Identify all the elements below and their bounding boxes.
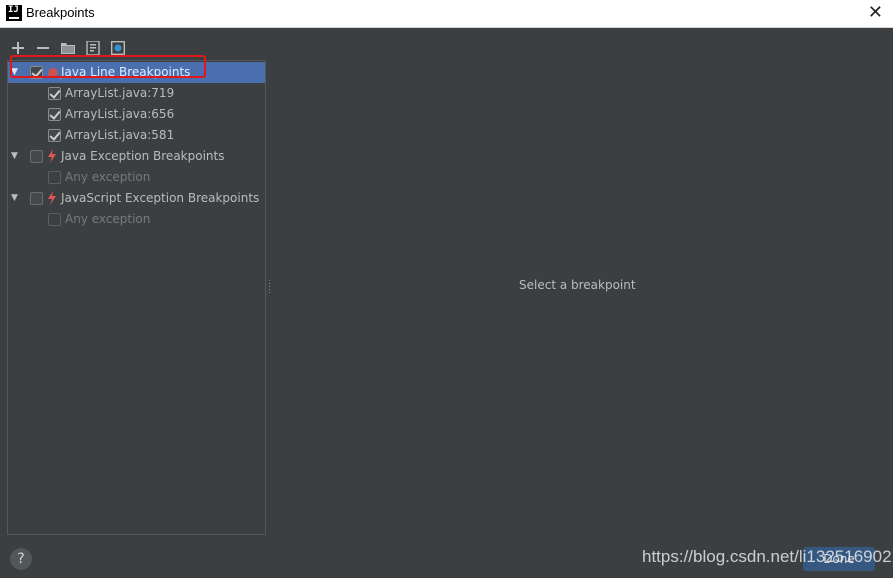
empty-details-message: Select a breakpoint (519, 278, 636, 292)
done-button[interactable]: Done (803, 547, 875, 571)
tree-item[interactable]: ArrayList.java:581 (8, 125, 265, 146)
lightning-icon (48, 191, 56, 205)
tree-group-label: Java Exception Breakpoints (61, 149, 225, 163)
tree-item[interactable]: Any exception (8, 167, 265, 188)
tree-item-label: ArrayList.java:656 (65, 107, 175, 121)
item-checkbox[interactable] (48, 213, 61, 226)
expand-arrow-icon[interactable]: ▼ (11, 146, 23, 167)
item-checkbox[interactable] (48, 171, 61, 184)
intellij-logo-icon: IJ (6, 5, 22, 21)
expand-arrow-icon[interactable]: ▼ (11, 188, 23, 209)
breakpoints-toolbar (10, 38, 126, 58)
tree-item-label: Any exception (65, 170, 151, 184)
item-checkbox[interactable] (48, 129, 61, 142)
tree-group-java-exception-breakpoints[interactable]: ▼ Java Exception Breakpoints (8, 146, 265, 167)
help-button[interactable]: ? (10, 548, 32, 570)
expand-arrow-icon[interactable]: ▼ (11, 62, 23, 83)
tree-item[interactable]: Any exception (8, 209, 265, 230)
class-icon[interactable] (110, 40, 126, 56)
group-checkbox[interactable] (30, 192, 43, 205)
lightning-icon (48, 149, 56, 163)
group-checkbox[interactable] (30, 66, 43, 79)
minus-icon[interactable] (35, 40, 51, 56)
tree-group-label: Java Line Breakpoints (61, 65, 191, 79)
item-checkbox[interactable] (48, 87, 61, 100)
plus-icon[interactable] (10, 40, 26, 56)
close-button[interactable]: ✕ (868, 3, 883, 23)
tree-item[interactable]: ArrayList.java:719 (8, 83, 265, 104)
breakpoints-tree: ▼ Java Line Breakpoints ArrayList.java:7… (7, 60, 266, 535)
tree-group-javascript-exception-breakpoints[interactable]: ▼ JavaScript Exception Breakpoints (8, 188, 265, 209)
folder-icon[interactable] (60, 40, 76, 56)
item-checkbox[interactable] (48, 108, 61, 121)
tree-item-label: ArrayList.java:581 (65, 128, 175, 142)
file-icon[interactable] (85, 40, 101, 56)
tree-group-label: JavaScript Exception Breakpoints (61, 191, 260, 205)
tree-item[interactable]: ArrayList.java:656 (8, 104, 265, 125)
group-checkbox[interactable] (30, 150, 43, 163)
window-title: Breakpoints (26, 5, 95, 20)
tree-group-java-line-breakpoints[interactable]: ▼ Java Line Breakpoints (8, 62, 265, 83)
title-bar: IJ Breakpoints ✕ (0, 0, 893, 28)
tree-item-label: Any exception (65, 212, 151, 226)
breakpoint-dot-icon (48, 68, 58, 78)
tree-item-label: ArrayList.java:719 (65, 86, 175, 100)
splitter-handle[interactable] (268, 280, 271, 294)
